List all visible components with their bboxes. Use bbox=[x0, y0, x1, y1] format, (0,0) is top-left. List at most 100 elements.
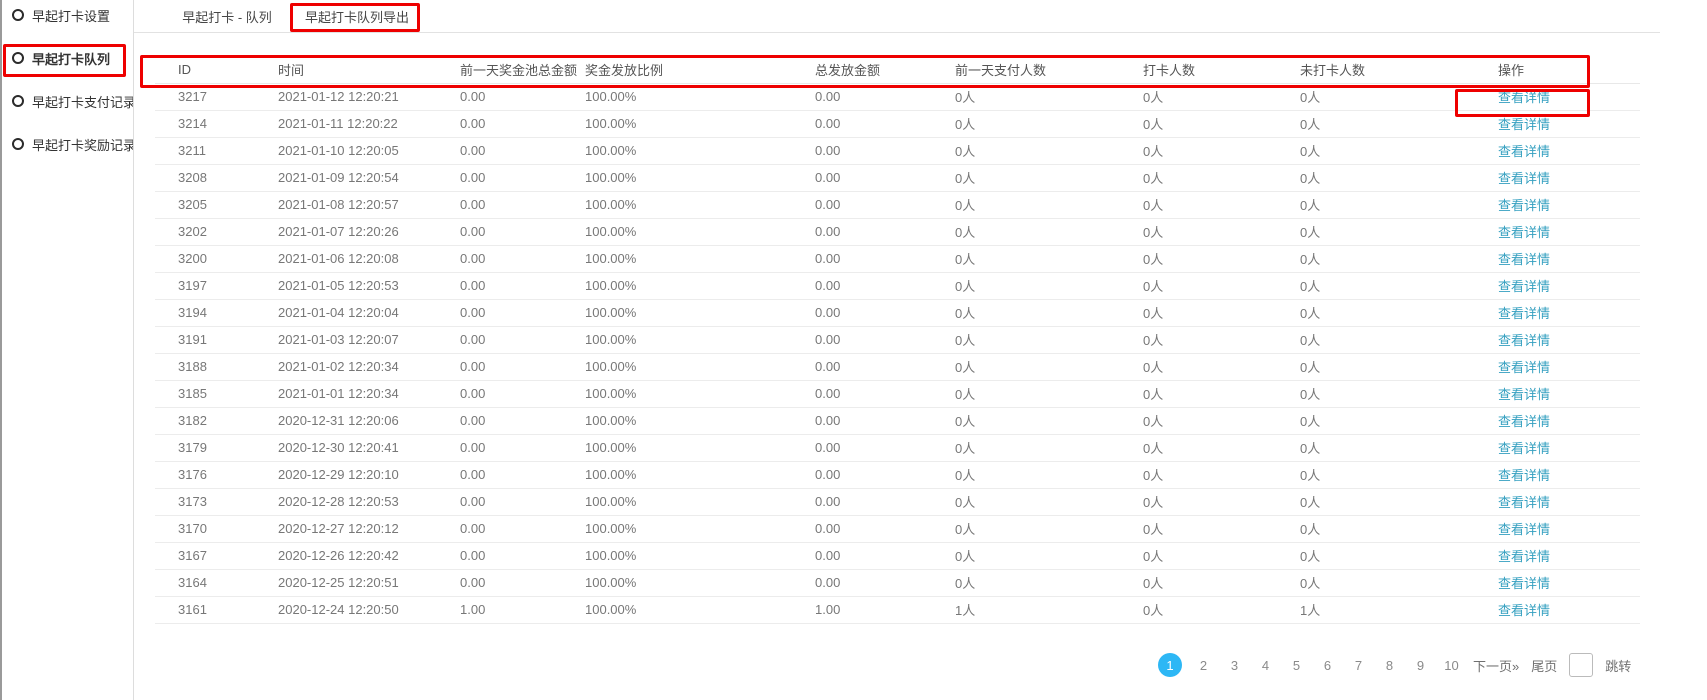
pagination-page[interactable]: 4 bbox=[1256, 658, 1275, 673]
tab-checkin-queue-export[interactable]: 早起打卡队列导出 bbox=[294, 0, 420, 33]
table-cell: 0人 bbox=[955, 353, 1143, 380]
table-header-cell: 奖金发放比例 bbox=[585, 57, 815, 83]
table-cell: 3202 bbox=[155, 218, 278, 245]
table-header-cell: 总发放金额 bbox=[815, 57, 955, 83]
table-cell: 0.00 bbox=[815, 299, 955, 326]
pagination-page[interactable]: 9 bbox=[1411, 658, 1430, 673]
table-cell: 0.00 bbox=[815, 488, 955, 515]
pagination-last-button[interactable]: 尾页 bbox=[1531, 656, 1557, 675]
view-details-link[interactable]: 查看详情 bbox=[1498, 414, 1550, 429]
pagination-page[interactable]: 3 bbox=[1225, 658, 1244, 673]
view-details-link[interactable]: 查看详情 bbox=[1498, 252, 1550, 267]
table-cell: 2020-12-24 12:20:50 bbox=[278, 596, 460, 623]
table-cell-action: 查看详情 bbox=[1498, 245, 1640, 272]
table-cell: 0.00 bbox=[460, 245, 585, 272]
pagination-current-page[interactable]: 1 bbox=[1158, 653, 1182, 677]
table-cell: 2020-12-27 12:20:12 bbox=[278, 515, 460, 542]
view-details-link[interactable]: 查看详情 bbox=[1498, 495, 1550, 510]
table-cell: 0.00 bbox=[815, 272, 955, 299]
table-cell: 0.00 bbox=[460, 164, 585, 191]
table-cell-action: 查看详情 bbox=[1498, 569, 1640, 596]
table-cell-action: 查看详情 bbox=[1498, 461, 1640, 488]
table-cell: 3200 bbox=[155, 245, 278, 272]
view-details-link[interactable]: 查看详情 bbox=[1498, 549, 1550, 564]
table-cell: 2021-01-06 12:20:08 bbox=[278, 245, 460, 272]
table-cell: 0人 bbox=[1143, 434, 1300, 461]
view-details-link[interactable]: 查看详情 bbox=[1498, 171, 1550, 186]
table-cell: 0人 bbox=[1143, 83, 1300, 110]
view-details-link[interactable]: 查看详情 bbox=[1498, 576, 1550, 591]
table-cell: 100.00% bbox=[585, 218, 815, 245]
view-details-link[interactable]: 查看详情 bbox=[1498, 306, 1550, 321]
view-details-link[interactable]: 查看详情 bbox=[1498, 117, 1550, 132]
table-cell: 3217 bbox=[155, 83, 278, 110]
table-cell: 2021-01-02 12:20:34 bbox=[278, 353, 460, 380]
table-cell: 0.00 bbox=[460, 218, 585, 245]
table-cell: 0人 bbox=[955, 110, 1143, 137]
sidebar-item-checkin-payments[interactable]: 早起打卡支付记录 bbox=[12, 90, 133, 112]
pagination-page[interactable]: 10 bbox=[1442, 658, 1461, 673]
table-cell: 0人 bbox=[955, 380, 1143, 407]
table-cell: 3208 bbox=[155, 164, 278, 191]
view-details-link[interactable]: 查看详情 bbox=[1498, 522, 1550, 537]
table-cell: 0人 bbox=[1143, 299, 1300, 326]
view-details-link[interactable]: 查看详情 bbox=[1498, 90, 1550, 105]
table-cell: 100.00% bbox=[585, 326, 815, 353]
table-cell: 2020-12-26 12:20:42 bbox=[278, 542, 460, 569]
view-details-link[interactable]: 查看详情 bbox=[1498, 333, 1550, 348]
pagination-page[interactable]: 2 bbox=[1194, 658, 1213, 673]
table-cell: 0.00 bbox=[460, 272, 585, 299]
view-details-link[interactable]: 查看详情 bbox=[1498, 144, 1550, 159]
table-cell: 0人 bbox=[1300, 245, 1498, 272]
pagination-page[interactable]: 8 bbox=[1380, 658, 1399, 673]
page-jump-button[interactable]: 跳转 bbox=[1605, 656, 1631, 675]
queue-table: ID时间前一天奖金池总金额奖金发放比例总发放金额前一天支付人数打卡人数未打卡人数… bbox=[155, 57, 1640, 624]
view-details-link[interactable]: 查看详情 bbox=[1498, 387, 1550, 402]
view-details-link[interactable]: 查看详情 bbox=[1498, 225, 1550, 240]
table-cell: 0人 bbox=[1300, 407, 1498, 434]
table-cell: 0人 bbox=[1300, 488, 1498, 515]
sidebar-item-label: 早起打卡支付记录 bbox=[32, 92, 133, 111]
sidebar-item-checkin-settings[interactable]: 早起打卡设置 bbox=[12, 4, 110, 26]
table-cell-action: 查看详情 bbox=[1498, 515, 1640, 542]
table-row: 31612020-12-24 12:20:501.00100.00%1.001人… bbox=[155, 596, 1640, 623]
view-details-link[interactable]: 查看详情 bbox=[1498, 360, 1550, 375]
pagination-page[interactable]: 6 bbox=[1318, 658, 1337, 673]
view-details-link[interactable]: 查看详情 bbox=[1498, 468, 1550, 483]
view-details-link[interactable]: 查看详情 bbox=[1498, 198, 1550, 213]
tab-label: 早起打卡队列导出 bbox=[305, 7, 409, 26]
pagination-page[interactable]: 7 bbox=[1349, 658, 1368, 673]
table-row: 31882021-01-02 12:20:340.00100.00%0.000人… bbox=[155, 353, 1640, 380]
pagination-page[interactable]: 5 bbox=[1287, 658, 1306, 673]
table-cell: 2021-01-07 12:20:26 bbox=[278, 218, 460, 245]
view-details-link[interactable]: 查看详情 bbox=[1498, 279, 1550, 294]
table-cell: 0人 bbox=[1143, 380, 1300, 407]
table-row: 31672020-12-26 12:20:420.00100.00%0.000人… bbox=[155, 542, 1640, 569]
page-jump-input[interactable] bbox=[1569, 653, 1593, 677]
table-row: 31822020-12-31 12:20:060.00100.00%0.000人… bbox=[155, 407, 1640, 434]
table-cell: 2020-12-29 12:20:10 bbox=[278, 461, 460, 488]
sidebar-item-checkin-queue[interactable]: 早起打卡队列 bbox=[12, 47, 110, 69]
table-cell-action: 查看详情 bbox=[1498, 164, 1640, 191]
table-cell: 0人 bbox=[955, 299, 1143, 326]
table-cell: 0人 bbox=[955, 83, 1143, 110]
table-cell: 100.00% bbox=[585, 434, 815, 461]
table-cell-action: 查看详情 bbox=[1498, 380, 1640, 407]
table-cell-action: 查看详情 bbox=[1498, 434, 1640, 461]
table-cell: 2021-01-12 12:20:21 bbox=[278, 83, 460, 110]
pagination: 1 23456789 10 下一页» 尾页 跳转 bbox=[1158, 651, 1631, 679]
table-cell: 0人 bbox=[1143, 353, 1300, 380]
view-details-link[interactable]: 查看详情 bbox=[1498, 441, 1550, 456]
view-details-link[interactable]: 查看详情 bbox=[1498, 603, 1550, 618]
sidebar-item-label: 早起打卡设置 bbox=[32, 6, 110, 25]
table-cell: 0.00 bbox=[460, 380, 585, 407]
table-cell: 0.00 bbox=[815, 191, 955, 218]
table-cell-action: 查看详情 bbox=[1498, 407, 1640, 434]
table-cell: 0.00 bbox=[815, 569, 955, 596]
tab-checkin-queue[interactable]: 早起打卡 - 队列 bbox=[186, 0, 268, 33]
table-cell: 2021-01-10 12:20:05 bbox=[278, 137, 460, 164]
pagination-next-button[interactable]: 下一页» bbox=[1473, 656, 1519, 675]
table-cell: 0.00 bbox=[815, 407, 955, 434]
sidebar-item-checkin-rewards[interactable]: 早起打卡奖励记录 bbox=[12, 133, 133, 155]
table-cell: 100.00% bbox=[585, 245, 815, 272]
